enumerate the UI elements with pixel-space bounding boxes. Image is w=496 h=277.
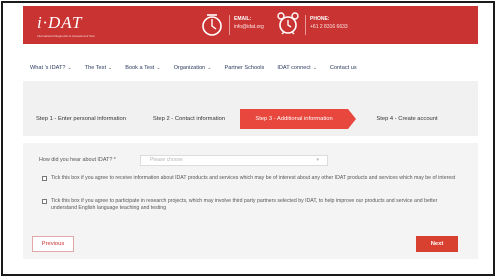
nav-item-label: What 's IDAT?	[30, 65, 66, 71]
marketing-consent-checkbox[interactable]	[42, 176, 47, 181]
phone-label: PHONE:	[310, 16, 330, 22]
research-consent-checkbox[interactable]	[42, 199, 47, 204]
previous-button[interactable]: Previous	[32, 236, 74, 252]
nav-item-label: Organization	[173, 65, 206, 71]
nav-item-label: Book a Test	[125, 65, 155, 71]
chevron-down-icon: ⌄	[207, 65, 212, 71]
nav-item-label: The Test	[84, 65, 107, 71]
research-consent-row: Tick this box if you agree to participat…	[42, 198, 462, 212]
nav-item-idat-connect[interactable]: IDAT connect ⌄	[277, 62, 317, 74]
phone-icon	[277, 12, 299, 35]
header-divider	[229, 15, 230, 35]
nav-item-label: Contact us	[329, 65, 357, 71]
form-panel: How did you hear about IDAT? * Please ch…	[23, 143, 478, 259]
chevron-down-icon: ▾	[316, 157, 319, 163]
header-divider	[305, 15, 306, 35]
nav-item-label: Partner Schools	[224, 65, 265, 71]
chevron-down-icon: ⌄	[156, 65, 161, 71]
research-consent-text: Tick this box if you agree to participat…	[51, 198, 438, 211]
hear-about-label: How did you hear about IDAT? *	[39, 157, 116, 163]
nav-item-partner-schools[interactable]: Partner Schools	[225, 62, 265, 74]
nav-item-the-test[interactable]: The Test ⌄	[85, 62, 113, 74]
hear-about-select[interactable]: Please choose ▾	[140, 155, 328, 166]
main-nav: What 's IDAT? ⌄ The Test ⌄ Book a Test ⌄ Or…	[30, 62, 370, 74]
progress-steps: Step 1 - Enter personal information Step…	[23, 81, 478, 136]
marketing-consent-text: Tick this box if you agree to receive in…	[51, 175, 456, 181]
phone-value[interactable]: +61 2 8316 6633	[310, 24, 348, 31]
idat-logo[interactable]: i·DAT	[37, 14, 82, 31]
browser-frame: i·DAT International Diagnostic & Assessm…	[1, 1, 495, 276]
chevron-down-icon: ⌄	[67, 65, 72, 71]
step-3-active: Step 3 - Additional information	[255, 116, 333, 122]
email-label: EMAIL:	[234, 16, 252, 22]
step-4: Step 4 - Create account	[376, 116, 438, 122]
email-icon	[202, 14, 222, 36]
nav-item-label: IDAT connect	[277, 65, 311, 71]
chevron-down-icon: ⌄	[312, 65, 317, 71]
nav-item-what-is-idat[interactable]: What 's IDAT? ⌄	[30, 62, 72, 74]
nav-item-contact-us[interactable]: Contact us	[330, 62, 357, 74]
chevron-down-icon: ⌄	[108, 65, 113, 71]
logo-subtitle: International Diagnostic & Assessment Te…	[37, 34, 95, 38]
email-value[interactable]: info@idat.org	[234, 24, 264, 31]
select-value: Please choose	[150, 157, 183, 163]
next-button[interactable]: Next	[416, 236, 458, 252]
step-1: Step 1 - Enter personal information	[36, 116, 126, 122]
nav-item-organization[interactable]: Organization ⌄	[174, 62, 212, 74]
nav-item-book-a-test[interactable]: Book a Test ⌄	[125, 62, 160, 74]
step-2: Step 2 - Contact information	[152, 116, 226, 122]
site-header: i·DAT International Diagnostic & Assessm…	[23, 6, 478, 44]
marketing-consent-row: Tick this box if you agree to receive in…	[42, 175, 462, 182]
